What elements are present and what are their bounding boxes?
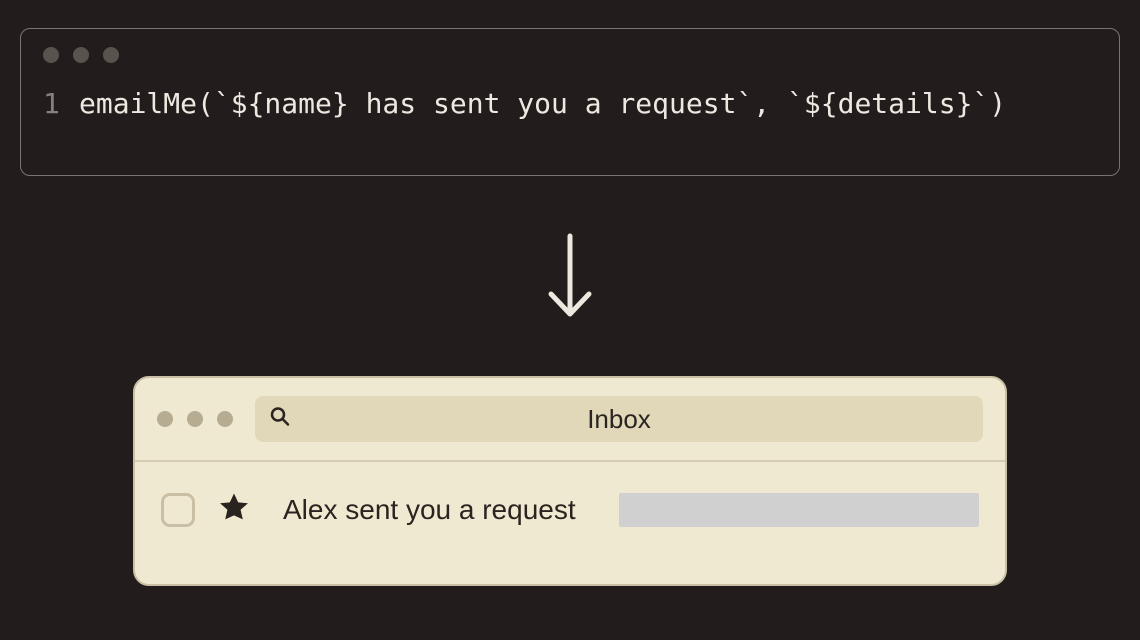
line-number: 1 (43, 87, 79, 120)
email-subject: Alex sent you a request (283, 494, 576, 526)
traffic-dot-maximize[interactable] (217, 411, 233, 427)
traffic-dot-minimize[interactable] (187, 411, 203, 427)
traffic-dot-minimize[interactable] (73, 47, 89, 63)
inbox-title: Inbox (255, 404, 983, 435)
code-window: 1 emailMe(`${name} has sent you a reques… (20, 28, 1120, 176)
traffic-dot-maximize[interactable] (103, 47, 119, 63)
email-preview-placeholder (619, 493, 979, 527)
window-controls (43, 47, 1097, 63)
code-text: emailMe(`${name} has sent you a request`… (79, 87, 1006, 120)
email-window: Inbox Alex sent you a request (133, 376, 1007, 586)
search-bar[interactable]: Inbox (255, 396, 983, 442)
traffic-dot-close[interactable] (43, 47, 59, 63)
arrow-down-icon (543, 232, 597, 327)
traffic-dot-close[interactable] (157, 411, 173, 427)
search-icon (269, 406, 291, 433)
star-icon[interactable] (217, 490, 251, 529)
select-checkbox[interactable] (161, 493, 195, 527)
email-row[interactable]: Alex sent you a request (135, 462, 1005, 557)
email-header: Inbox (135, 378, 1005, 462)
code-line: 1 emailMe(`${name} has sent you a reques… (43, 87, 1097, 120)
